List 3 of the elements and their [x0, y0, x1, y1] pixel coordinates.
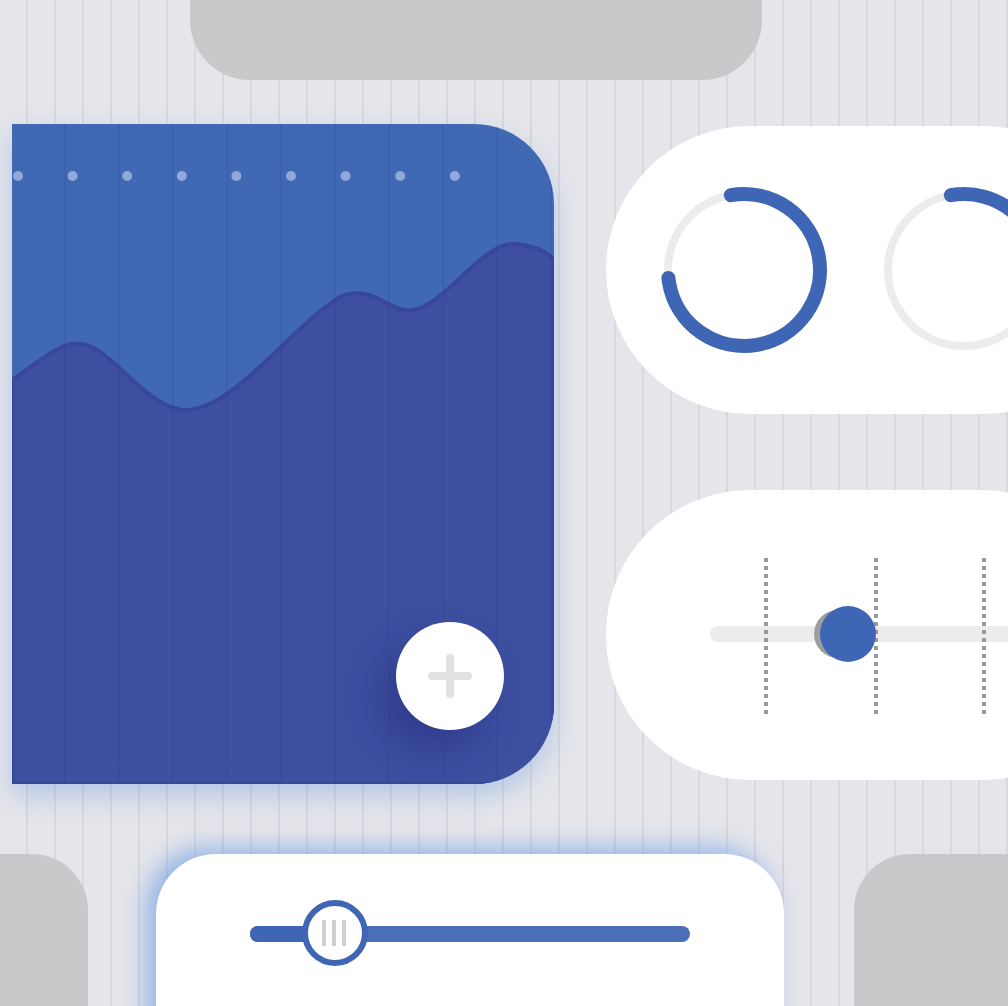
plus-icon [428, 654, 472, 698]
slider[interactable] [250, 900, 690, 966]
stepped-slider[interactable] [710, 558, 1008, 714]
